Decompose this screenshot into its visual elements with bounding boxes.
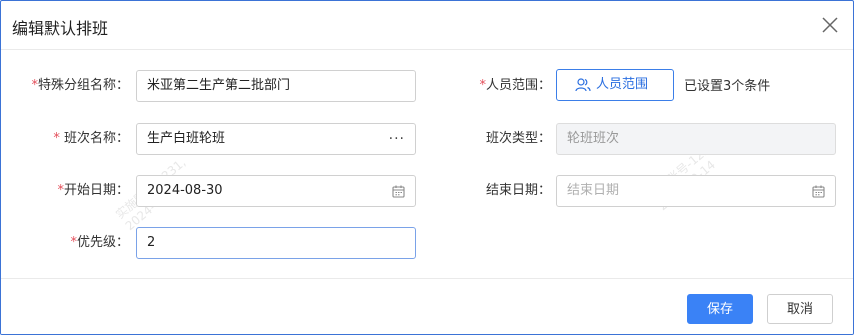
edit-default-shift-dialog: 编辑默认排班 实施账号-1231,2024-09-14 实施账号-1231,20… bbox=[0, 0, 854, 335]
calendar-icon[interactable] bbox=[392, 176, 405, 206]
dialog-footer: 保存 取消 bbox=[1, 278, 853, 334]
cancel-button[interactable]: 取消 bbox=[767, 294, 833, 324]
shift-type-input: 轮班班次 bbox=[556, 123, 836, 155]
start-date-input[interactable]: 2024-08-30 bbox=[136, 175, 416, 207]
close-icon[interactable] bbox=[821, 16, 839, 34]
more-icon[interactable]: ··· bbox=[389, 124, 405, 154]
start-date-label: *开始日期： bbox=[57, 183, 129, 198]
shift-name-label: * 班次名称： bbox=[53, 131, 129, 146]
end-date-label: 结束日期： bbox=[485, 183, 551, 198]
calendar-icon[interactable] bbox=[812, 176, 825, 206]
end-date-input[interactable]: 结束日期 bbox=[556, 175, 836, 207]
priority-input[interactable]: 2 bbox=[136, 227, 416, 259]
dialog-title: 编辑默认排班 bbox=[12, 19, 109, 38]
priority-label: *优先级： bbox=[70, 235, 129, 250]
save-button[interactable]: 保存 bbox=[687, 294, 753, 324]
group-name-input[interactable]: 米亚第二生产第二批部门 bbox=[136, 70, 416, 102]
scope-button[interactable]: 人员范围 bbox=[556, 69, 674, 101]
group-name-label: *特殊分组名称： bbox=[31, 78, 129, 93]
users-icon bbox=[575, 78, 591, 92]
scope-button-label: 人员范围 bbox=[596, 77, 649, 92]
shift-type-label: 班次类型： bbox=[485, 131, 551, 146]
shift-name-input[interactable]: 生产白班轮班 ··· bbox=[136, 123, 416, 155]
scope-label: *人员范围： bbox=[479, 78, 551, 93]
scope-info-text: 已设置3个条件 bbox=[684, 79, 771, 94]
dialog-header: 编辑默认排班 bbox=[1, 1, 853, 50]
